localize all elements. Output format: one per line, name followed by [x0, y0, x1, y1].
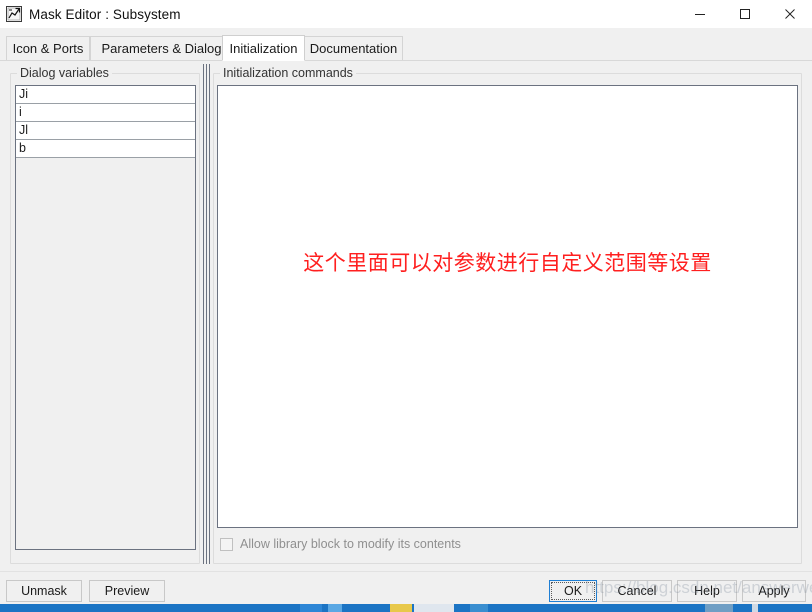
- preview-button[interactable]: Preview: [89, 580, 165, 602]
- taskbar-item[interactable]: [752, 604, 758, 612]
- initialization-commands-pane: Initialization commands 这个里面可以对参数进行自定义范围…: [213, 64, 802, 564]
- taskbar-item[interactable]: [470, 604, 488, 612]
- maximize-icon: [739, 9, 750, 19]
- taskbar-item[interactable]: [328, 604, 342, 612]
- ok-button[interactable]: OK: [549, 580, 597, 602]
- window-title: Mask Editor : Subsystem: [29, 6, 181, 22]
- taskbar-item[interactable]: [414, 604, 454, 612]
- mask-editor-icon: [6, 6, 22, 22]
- taskbar-item[interactable]: [390, 604, 412, 612]
- allow-library-modify-label: Allow library block to modify its conten…: [240, 537, 461, 551]
- list-item[interactable]: b: [16, 140, 195, 158]
- preview-label: Preview: [104, 584, 150, 598]
- tab-initialization[interactable]: Initialization: [222, 35, 305, 61]
- taskbar-item[interactable]: [705, 604, 733, 612]
- close-button[interactable]: [767, 0, 812, 28]
- focus-ring: [551, 582, 595, 600]
- footer-button-bar: Unmask Preview OK Cancel Help Apply: [0, 571, 812, 607]
- tab-documentation[interactable]: Documentation: [304, 36, 403, 60]
- list-item[interactable]: i: [16, 104, 195, 122]
- maximize-button[interactable]: [722, 0, 767, 28]
- unmask-button[interactable]: Unmask: [6, 580, 82, 602]
- close-icon: [784, 9, 795, 19]
- desktop-taskbar: [0, 604, 812, 612]
- title-bar: Mask Editor : Subsystem: [0, 0, 812, 28]
- list-item[interactable]: Jl: [16, 122, 195, 140]
- dialog-variables-title: Dialog variables: [17, 66, 112, 80]
- allow-library-modify-checkbox[interactable]: [220, 537, 233, 551]
- tab-label: Initialization: [229, 40, 298, 56]
- apply-button[interactable]: Apply: [742, 580, 806, 602]
- minimize-button[interactable]: [677, 0, 722, 28]
- tab-label: Icon & Ports: [12, 41, 84, 56]
- tab-strip: Icon & Ports Parameters & Dialog Initial…: [0, 35, 812, 61]
- tab-content-initialization: Dialog variables Ji i Jl b Initializatio…: [0, 60, 812, 571]
- tab-label: Documentation: [309, 41, 398, 56]
- apply-label: Apply: [758, 584, 790, 598]
- initialization-commands-editor[interactable]: 这个里面可以对参数进行自定义范围等设置: [217, 85, 798, 528]
- tab-label: Parameters & Dialog: [101, 41, 222, 56]
- help-label: Help: [694, 584, 720, 598]
- mask-editor-window: Mask Editor : Subsystem Icon & Ports Par…: [0, 0, 812, 612]
- help-button[interactable]: Help: [677, 580, 737, 602]
- annotation-text: 这个里面可以对参数进行自定义范围等设置: [303, 251, 712, 275]
- dialog-variables-list[interactable]: Ji i Jl b: [15, 85, 196, 550]
- minimize-icon: [694, 14, 705, 15]
- cancel-label: Cancel: [617, 584, 657, 598]
- dialog-variables-pane: Dialog variables Ji i Jl b: [10, 64, 200, 564]
- list-item[interactable]: Ji: [16, 86, 195, 104]
- taskbar-item[interactable]: [300, 604, 322, 612]
- allow-library-modify-checkbox-row[interactable]: Allow library block to modify its conten…: [220, 537, 461, 551]
- tab-parameters-and-dialog[interactable]: Parameters & Dialog: [90, 36, 233, 60]
- tab-icon-and-ports[interactable]: Icon & Ports: [6, 36, 90, 60]
- pane-splitter[interactable]: [203, 64, 211, 564]
- initialization-commands-title: Initialization commands: [220, 66, 356, 80]
- cancel-button[interactable]: Cancel: [602, 580, 672, 602]
- unmask-label: Unmask: [21, 584, 67, 598]
